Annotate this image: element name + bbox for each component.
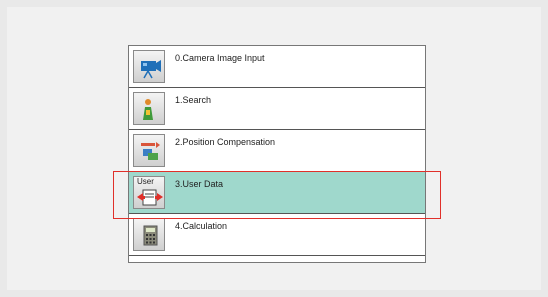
processing-flow-list: 0.Camera Image Input 1.Search 2.Position…: [128, 45, 426, 263]
flow-item-camera-image-input[interactable]: 0.Camera Image Input: [129, 46, 425, 88]
selection-highlight-box: [113, 171, 441, 219]
flow-item-label: 0.Camera Image Input: [175, 53, 265, 63]
flow-item-label: 4.Calculation: [175, 221, 228, 231]
position-compensation-icon[interactable]: [133, 134, 165, 167]
flow-item-search[interactable]: 1.Search: [129, 88, 425, 130]
camera-icon[interactable]: [133, 50, 165, 83]
flow-item-position-compensation[interactable]: 2.Position Compensation: [129, 130, 425, 172]
flow-item-label: 1.Search: [175, 95, 212, 105]
flow-item-calculation[interactable]: 4.Calculation: [129, 214, 425, 256]
calculator-icon[interactable]: [133, 218, 165, 251]
flow-item-label: 2.Position Compensation: [175, 137, 276, 147]
search-icon[interactable]: [133, 92, 165, 125]
